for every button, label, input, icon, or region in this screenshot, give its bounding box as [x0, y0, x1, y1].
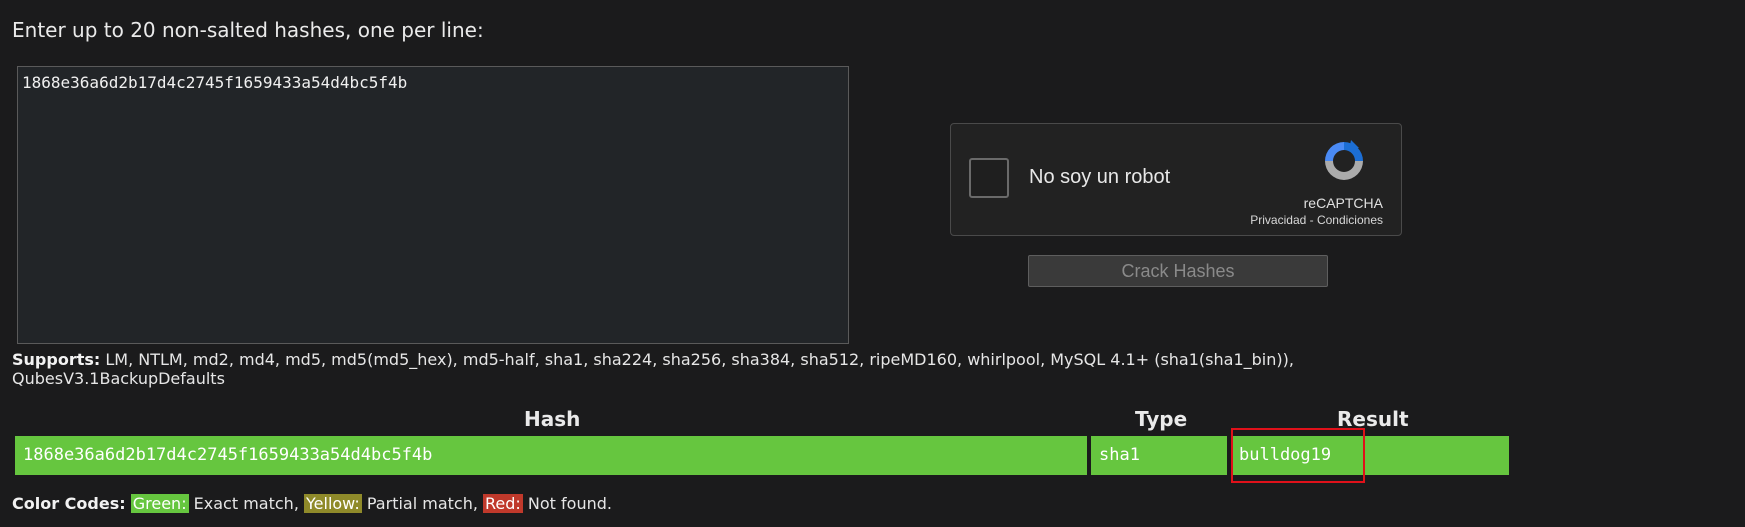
cell-hash: 1868e36a6d2b17d4c2745f1659433a54d4bc5f4b: [15, 436, 1087, 475]
recaptcha-links[interactable]: Privacidad - Condiciones: [1250, 213, 1383, 227]
color-codes-legend: Color Codes: Green: Exact match, Yellow:…: [12, 494, 612, 513]
recaptcha-widget[interactable]: No soy un robot reCAPTCHA Privacidad - C…: [950, 123, 1402, 236]
recaptcha-logo-icon: [1325, 140, 1363, 180]
legend-red-chip: Red:: [483, 494, 523, 513]
page-prompt: Enter up to 20 non-salted hashes, one pe…: [12, 18, 484, 42]
legend-yellow-chip: Yellow:: [304, 494, 362, 513]
supports-text: Supports: LM, NTLM, md2, md4, md5, md5(m…: [12, 350, 1342, 388]
supports-list: LM, NTLM, md2, md4, md5, md5(md5_hex), m…: [12, 350, 1294, 388]
hash-input[interactable]: 1868e36a6d2b17d4c2745f1659433a54d4bc5f4b: [17, 66, 849, 344]
recaptcha-brand: reCAPTCHA: [1303, 195, 1383, 211]
col-header-type: Type: [1135, 407, 1188, 431]
legend-green-desc: Exact match,: [193, 494, 299, 513]
legend-red-desc: Not found.: [527, 494, 612, 513]
recaptcha-label: No soy un robot: [1029, 166, 1171, 188]
recaptcha-checkbox[interactable]: [969, 158, 1009, 198]
legend-green-chip: Green:: [130, 494, 189, 513]
cell-type: sha1: [1091, 436, 1227, 475]
col-header-hash: Hash: [524, 407, 581, 431]
crack-hashes-button[interactable]: Crack Hashes: [1028, 255, 1328, 287]
legend-yellow-desc: Partial match,: [366, 494, 478, 513]
result-highlight-box: [1231, 428, 1365, 483]
legend-label: Color Codes:: [12, 494, 126, 513]
supports-label: Supports:: [12, 350, 101, 369]
